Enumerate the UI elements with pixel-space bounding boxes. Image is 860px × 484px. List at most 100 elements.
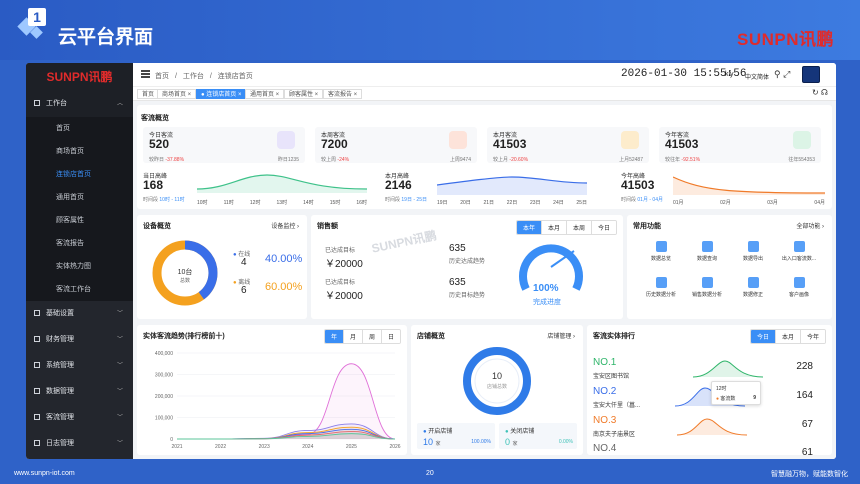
ranking-row[interactable]: NO.3 南京夫子庙景区 67 bbox=[593, 415, 813, 443]
sidebar-group-system[interactable]: 系统管理 ﹀ bbox=[26, 353, 133, 379]
sidebar-group-traffic[interactable]: 客流管理 ﹀ bbox=[26, 405, 133, 431]
peak-period-label: 时间段 bbox=[621, 197, 637, 203]
store-manage-link[interactable]: 店铺管理 › bbox=[547, 331, 575, 340]
period-week[interactable]: 周 bbox=[362, 330, 382, 343]
tab-mall-home[interactable]: 商场首页 × bbox=[157, 89, 197, 99]
y-tick-label: 400,000 bbox=[155, 351, 173, 357]
ranking-row[interactable]: NO.4 61 bbox=[593, 443, 813, 455]
achieved-label: 已达成目标 bbox=[325, 248, 356, 254]
ranking-row[interactable]: NO.2 宝安大仟里（菖... 164 bbox=[593, 386, 813, 414]
store-open-label: 开启店铺 bbox=[428, 429, 453, 435]
tab-customer-attr[interactable]: 顾客属性 × bbox=[284, 89, 324, 99]
tab-traffic-report[interactable]: 客流报告 × bbox=[323, 89, 363, 99]
toolbar-icons: ⚲ ⤢ bbox=[774, 69, 790, 80]
peak-period: 时间段 19日 - 25日 bbox=[385, 196, 427, 203]
top-bar: 首页 / 工作台 / 连锁店首页 2026-01-30 15:55:56 kly… bbox=[133, 63, 836, 87]
sidebar-group-data[interactable]: 数据管理 ﹀ bbox=[26, 379, 133, 405]
breadcrumb-home[interactable]: 首页 bbox=[155, 73, 169, 80]
language-select[interactable]: 中文简体 bbox=[745, 72, 769, 81]
sidebar-item-general-home[interactable]: 通用首页 bbox=[26, 186, 133, 209]
watermark: SUNPN讯鹏 bbox=[370, 228, 438, 256]
sidebar-group-label: 系统管理 bbox=[46, 362, 74, 369]
peak-year-ticks: 01月 02月 03月 04月 bbox=[673, 199, 825, 206]
func-data-correct[interactable]: 数据修正 bbox=[733, 275, 773, 307]
search-icon[interactable]: ⚲ bbox=[774, 69, 781, 79]
peak-period: 时间段 10时 - 11时 bbox=[143, 196, 185, 203]
chevron-down-icon: ﹀ bbox=[116, 415, 123, 421]
gear-icon bbox=[34, 310, 40, 317]
device-total-value: 10台 bbox=[177, 269, 193, 276]
sidebar-item-mall-home[interactable]: 商场首页 bbox=[26, 140, 133, 163]
tab-general-home[interactable]: 通用首页 × bbox=[245, 89, 285, 99]
period-day[interactable]: 今日 bbox=[591, 221, 616, 234]
fullscreen-icon[interactable]: ⤢ bbox=[783, 69, 790, 79]
tooltip-time: 12时 bbox=[716, 386, 727, 392]
kpi-compare: 较上周 -24% bbox=[321, 156, 349, 163]
traffic-ranking: 客流实体排行 今日 本月 今年 NO.1 宝安区图书馆 228 NO.2 宝安大… bbox=[587, 325, 832, 455]
store-closed-card: ● 关闭店铺 0 家 0.00% bbox=[499, 423, 577, 449]
device-monitor-link[interactable]: 设备监控 › bbox=[271, 221, 299, 230]
chart-title: 实体客流趋势(排行榜前十) bbox=[143, 333, 225, 340]
period-year[interactable]: 年 bbox=[324, 330, 344, 343]
avatar[interactable] bbox=[802, 66, 820, 83]
peak-period-value: 19日 - 25日 bbox=[401, 197, 427, 203]
func-data-overview[interactable]: 数据总览 bbox=[641, 239, 681, 271]
rank-number: NO.3 bbox=[593, 415, 617, 426]
sidebar-item-customer-attr[interactable]: 顾客属性 bbox=[26, 209, 133, 232]
all-functions-link[interactable]: 全部功能 › bbox=[796, 221, 824, 230]
tab-home[interactable]: 首页 bbox=[137, 89, 160, 99]
username[interactable]: kly bbox=[725, 71, 734, 78]
func-label: 数据修正 bbox=[742, 292, 763, 298]
func-history-analysis[interactable]: 历史数据分析 bbox=[641, 275, 681, 307]
sidebar-item-traffic-report[interactable]: 客流报告 bbox=[26, 232, 133, 255]
y-tick-label: 100,000 bbox=[155, 416, 173, 422]
sidebar-item-traffic-workbench[interactable]: 客流工作台 bbox=[26, 278, 133, 301]
device-total-label: 总数 bbox=[179, 278, 190, 284]
func-label: 出入口客流数... bbox=[781, 256, 817, 262]
ranking-row[interactable]: NO.1 宝安区图书馆 228 bbox=[593, 357, 813, 385]
slide-header: 1 云平台界面 SUNPN讯鹏 bbox=[0, 0, 860, 60]
func-sales-analysis[interactable]: 销售数据分析 bbox=[687, 275, 727, 307]
sidebar-group-label: 日志管理 bbox=[46, 440, 74, 447]
gauge-value: 100% bbox=[533, 283, 559, 294]
period-today[interactable]: 今日 bbox=[750, 330, 776, 343]
period-month[interactable]: 月 bbox=[343, 330, 363, 343]
rank-name: 南京夫子庙景区 bbox=[593, 432, 636, 438]
database-icon bbox=[34, 388, 40, 395]
period-week[interactable]: 本周 bbox=[566, 221, 592, 234]
period-month[interactable]: 本月 bbox=[541, 221, 567, 234]
sales-icon bbox=[701, 277, 713, 288]
tab-chain-home[interactable]: ● 连锁店首页 × bbox=[196, 89, 247, 99]
store-total-label: 店铺总数 bbox=[486, 384, 507, 390]
breadcrumb-workbench[interactable]: 工作台 bbox=[183, 73, 204, 80]
tick-label: 20日 bbox=[460, 200, 471, 206]
period-year[interactable]: 今年 bbox=[800, 330, 825, 343]
func-label: 数据总览 bbox=[650, 256, 671, 262]
period-year[interactable]: 本年 bbox=[516, 221, 542, 234]
sidebar-group-label: 财务管理 bbox=[46, 336, 74, 343]
func-data-export[interactable]: 数据导出 bbox=[733, 239, 773, 271]
kpi-compare-value: -24% bbox=[337, 157, 350, 163]
func-data-query[interactable]: 数据查询 bbox=[687, 239, 727, 271]
period-month[interactable]: 本月 bbox=[775, 330, 801, 343]
headset-icon[interactable]: ☊ bbox=[821, 88, 828, 97]
tab-actions: ↻ ☊ bbox=[812, 88, 828, 97]
menu-toggle-icon[interactable] bbox=[141, 70, 150, 78]
period-day[interactable]: 日 bbox=[381, 330, 400, 343]
sidebar-group-workbench[interactable]: 工作台 ︿ bbox=[26, 91, 133, 117]
rank-number: NO.1 bbox=[593, 357, 617, 368]
box-icon bbox=[621, 131, 639, 149]
sidebar-item-home[interactable]: 首页 bbox=[26, 117, 133, 140]
sidebar-group-finance[interactable]: 财务管理 ﹀ bbox=[26, 327, 133, 353]
sidebar-item-heatmap[interactable]: 实体热力图 bbox=[26, 255, 133, 278]
traffic-trend-panel: 实体客流趋势(排行榜前十) 年 月 周 日 400,000 300,000 200,… bbox=[137, 325, 407, 455]
sidebar-group-log[interactable]: 日志管理 ﹀ bbox=[26, 431, 133, 457]
chevron-down-icon: ﹀ bbox=[116, 311, 123, 317]
func-entrance-traffic[interactable]: 出入口客流数... bbox=[779, 239, 819, 271]
sidebar-group-basic[interactable]: 基础设置 ﹀ bbox=[26, 301, 133, 327]
sidebar: SUNPN讯鹏 工作台 ︿ 首页 商场首页 连锁店首页 通用首页 顾客属性 客流报… bbox=[26, 63, 133, 459]
sidebar-item-chain-home[interactable]: 连锁店首页 bbox=[26, 163, 133, 186]
refresh-icon[interactable]: ↻ bbox=[812, 88, 819, 97]
func-customer-profile[interactable]: 客户画像 bbox=[779, 275, 819, 307]
peak-period-label: 时间段 bbox=[143, 197, 159, 203]
